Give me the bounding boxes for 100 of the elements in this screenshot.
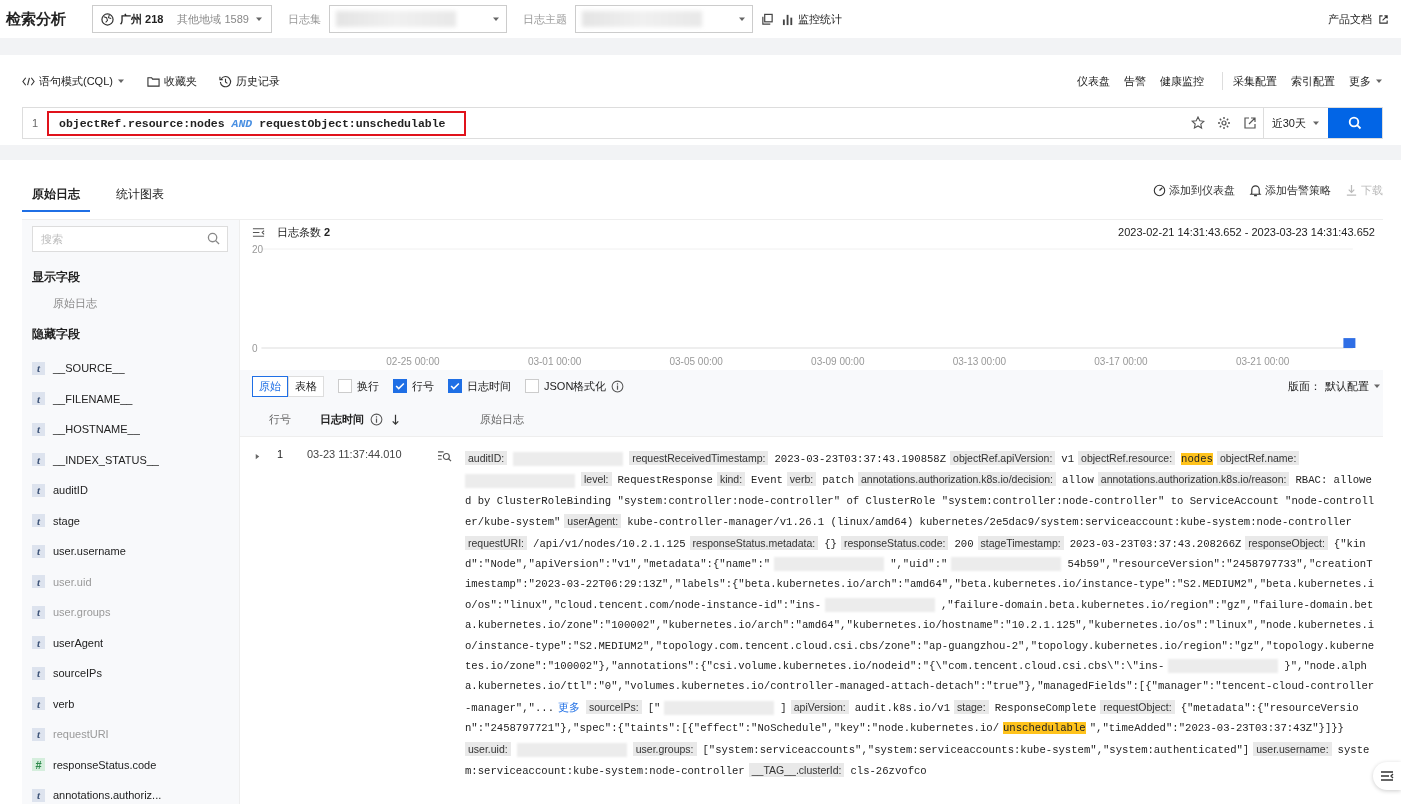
axis-tick-label: 20 xyxy=(252,244,264,255)
field-item[interactable]: userAgent xyxy=(53,636,104,649)
field-type-icon: t xyxy=(32,575,45,589)
caret-icon xyxy=(1375,77,1383,85)
region-select[interactable]: 广州 218 其他地域 1589 xyxy=(92,5,272,33)
list-icon xyxy=(1380,769,1394,783)
checkbox[interactable] xyxy=(448,379,462,393)
docs-link[interactable]: 产品文档 xyxy=(1328,11,1389,27)
axis-tick-label: 03-01 00:00 xyxy=(527,356,582,367)
field-item[interactable]: user.username xyxy=(53,545,126,558)
more-link[interactable]: 更多 xyxy=(558,700,580,713)
caret-icon xyxy=(254,15,263,23)
search-button[interactable] xyxy=(1328,108,1382,138)
field-type-icon: t xyxy=(32,727,45,741)
info-icon[interactable] xyxy=(611,379,625,393)
toolbar-link[interactable]: 采集配置 xyxy=(1233,73,1277,89)
field-item[interactable]: responseStatus.code xyxy=(53,758,157,771)
field-type-icon: t xyxy=(32,697,45,711)
section-heading: 显示字段 xyxy=(32,269,81,286)
tab[interactable]: 原始日志 xyxy=(22,179,90,212)
bar-chart-icon xyxy=(781,12,795,26)
search-field[interactable]: 搜索 xyxy=(32,226,228,252)
log-count: 日志条数 2 xyxy=(277,224,331,240)
dropdown-field[interactable] xyxy=(574,5,753,33)
checkbox-label: 行号 xyxy=(412,378,434,394)
chart-bar xyxy=(1343,338,1356,348)
axis-tick-label: 0 xyxy=(252,343,258,354)
caret-icon xyxy=(116,77,125,85)
expand-arrow-icon[interactable] xyxy=(254,453,261,460)
download-icon xyxy=(1345,184,1358,197)
info-icon[interactable] xyxy=(370,412,383,426)
field-item[interactable]: auditID xyxy=(53,484,88,497)
action-button[interactable]: 添加到仪表盘 xyxy=(1153,183,1235,198)
query-editor[interactable]: objectRef.resource:nodes AND requestObject:unschedulable xyxy=(47,108,1185,138)
context-search-icon[interactable] xyxy=(437,450,452,463)
tab[interactable]: 统计图表 xyxy=(106,179,174,212)
view-toggle[interactable]: 表格 xyxy=(288,375,324,397)
external-link-icon xyxy=(1378,13,1389,25)
folder-icon xyxy=(146,74,160,88)
gauge-icon xyxy=(1153,184,1166,197)
field-item[interactable]: sourceIPs xyxy=(53,667,102,680)
view-toggle[interactable]: 原始 xyxy=(252,375,288,397)
field-type-icon: t xyxy=(32,361,45,375)
field-item[interactable]: __HOSTNAME__ xyxy=(53,423,140,436)
dropdown-field[interactable] xyxy=(328,5,507,33)
caret-icon xyxy=(737,15,746,23)
action-button[interactable]: 添加告警策略 xyxy=(1249,183,1331,198)
field-type-icon: t xyxy=(32,483,45,497)
copy-icon[interactable] xyxy=(760,12,774,26)
layout-label: 版面： xyxy=(1288,378,1321,394)
field-type-icon: # xyxy=(32,758,45,772)
column-header[interactable]: 日志时间 xyxy=(320,411,364,427)
caret-icon xyxy=(491,15,500,23)
monitor-link[interactable]: 监控统计 xyxy=(781,11,842,27)
field-item[interactable]: 原始日志 xyxy=(53,296,239,311)
field-type-icon: t xyxy=(32,453,45,467)
favorites-button[interactable]: 收藏夹 xyxy=(146,73,197,89)
field-type-icon: t xyxy=(32,392,45,406)
field-item[interactable]: __SOURCE__ xyxy=(53,362,125,375)
field-item[interactable]: annotations.authoriz... xyxy=(53,789,162,802)
toolbar-link[interactable]: 索引配置 xyxy=(1291,73,1335,89)
select-label: 日志主题 xyxy=(522,11,567,27)
axis-tick-label: 03-17 00:00 xyxy=(1094,356,1148,367)
field-item[interactable]: __FILENAME__ xyxy=(53,392,133,405)
layout-dropdown[interactable]: 默认配置 xyxy=(1325,378,1381,394)
field-type-icon: t xyxy=(32,788,45,802)
star-icon[interactable] xyxy=(1190,116,1205,130)
checkbox[interactable] xyxy=(393,379,407,393)
field-item[interactable]: stage xyxy=(53,514,80,527)
column-header: 行号 xyxy=(268,411,292,427)
history-button[interactable]: 历史记录 xyxy=(218,73,280,89)
checkbox-label: 日志时间 xyxy=(467,378,511,394)
external-link-icon[interactable] xyxy=(1242,116,1257,130)
settings-icon[interactable] xyxy=(1216,116,1231,130)
caret-icon xyxy=(1312,119,1320,127)
menu-button[interactable] xyxy=(1373,762,1401,790)
toolbar-link[interactable]: 告警 xyxy=(1124,73,1146,89)
page-title: 检索分析 xyxy=(6,9,66,29)
log-message: auditID: requestReceivedTimestamp: 2023-03-23T03:37:43.190858Z objectRef.apiVersion: v1 objectRef.resource: nodes objectRef.name: level: RequestResponse kind: Event verb: patch annotations.authorization.k8s.io/decision: allow annotations.authorization.k8s.io/reason: RBAC: allowed by ClusterRoleBinding "system:controller:node-controller" of ClusterRole "system:controller:node-controller" to ServiceAccount "node-controller/kube-system" userAgent: kube-controller-manager/v1.26.1 (linux/amd64) kubernetes/2e5dac9/system:serviceaccount:kube-system:node-controller requestURI: /api/v1/nodes/10.2.1.125 responseStatus.metadata: {} responseStatus.code: 200 stageTimestamp: 2023-03-23T03:37:43.208266Z responseObject: {"kind":"Node","apiVersion":"v1","metadata":{"name":" ","uid":" 54b59","resourceVersion":"2458797733","creationTimestamp":"2023-03-22T06:29:13Z","labels":{"beta.kubernetes.io/arch":"amd64","beta.kubernetes.io/instance-type":"S2.MEDIUM2","beta.kubernetes.io/os":"linux","cloud.tencent.com/node-instance-id":"ins- ,"failure-domain.beta.kubernetes.io/region":"gz","failure-domain.beta.kubernetes.io/zone":"100002","kubernetes.io/arch":"amd64","kubernetes.io/hostname":"10.2.1.125","kubernetes.io/os":"linux","node.kubernetes.io/instance-type":"S2.MEDIUM2","topology.com.tencent.cloud.csi.cbs/zone":"ap-guangzhou-2","topology.kubernetes.io/region":"gz","topology.kubernetes.io/zone":"100002"},"annotations":{"csi.volume.kubernetes.io/nodeid":"{\"com.tencent.cloud.csi.cbs\":\"ins- }","node.alpha.kubernetes.io/ttl":"0","volumes.kubernetes.io/controller-managed-attach-detach":"true"},"managedFields":[{"manager":"tencent-cloud-controller-manager","... 更多 sourceIPs: [" ] apiVersion: audit.k8s.io/v1 stage: ResponseComplete requestObject: {"metadata":{"resourceVersion":"2458797721"},"spec":{"taints":[{"effect":"NoSchedule","key":"node.kubernetes.io/ unschedulable ","timeAdded":"2023-03-23T03:37:43Z"}]}} user.uid: user.groups: ["system:serviceaccounts","system:serviceaccounts:kube-system","system:authenticated"] user.username: system:serviceaccount:kube-system:node-controller __TAG__.clusterId: cls-26zvofco xyxy=(465,450,1376,780)
collapse-icon[interactable] xyxy=(252,225,265,239)
field-type-icon: t xyxy=(32,605,45,619)
history-icon xyxy=(218,74,232,88)
globe-icon xyxy=(101,12,114,26)
axis-tick-label: 03-21 00:00 xyxy=(1235,356,1290,367)
section-heading: 隐藏字段 xyxy=(32,326,81,343)
select-label: 日志集 xyxy=(287,11,321,27)
axis-tick-label: 02-25 00:00 xyxy=(386,356,440,367)
toolbar-link[interactable]: 仪表盘 xyxy=(1077,73,1110,89)
field-item[interactable]: verb xyxy=(53,697,75,710)
axis-tick-label: 03-09 00:00 xyxy=(811,356,865,367)
line-number: 1 xyxy=(30,117,40,129)
field-type-icon: t xyxy=(32,422,45,436)
column-header: 原始日志 xyxy=(480,411,524,427)
toolbar-link[interactable]: 健康监控 xyxy=(1160,73,1204,89)
more-dropdown[interactable]: 更多 xyxy=(1349,73,1383,89)
row-number: 1 xyxy=(277,448,285,460)
time-range-text: 2023-02-21 14:31:43.652 - 2023-03-23 14:31:43.652 xyxy=(1118,226,1375,238)
field-item[interactable]: __INDEX_STATUS__ xyxy=(53,453,159,466)
field-type-icon: t xyxy=(32,636,45,650)
mode-dropdown[interactable]: 语句模式(CQL) xyxy=(22,73,125,89)
